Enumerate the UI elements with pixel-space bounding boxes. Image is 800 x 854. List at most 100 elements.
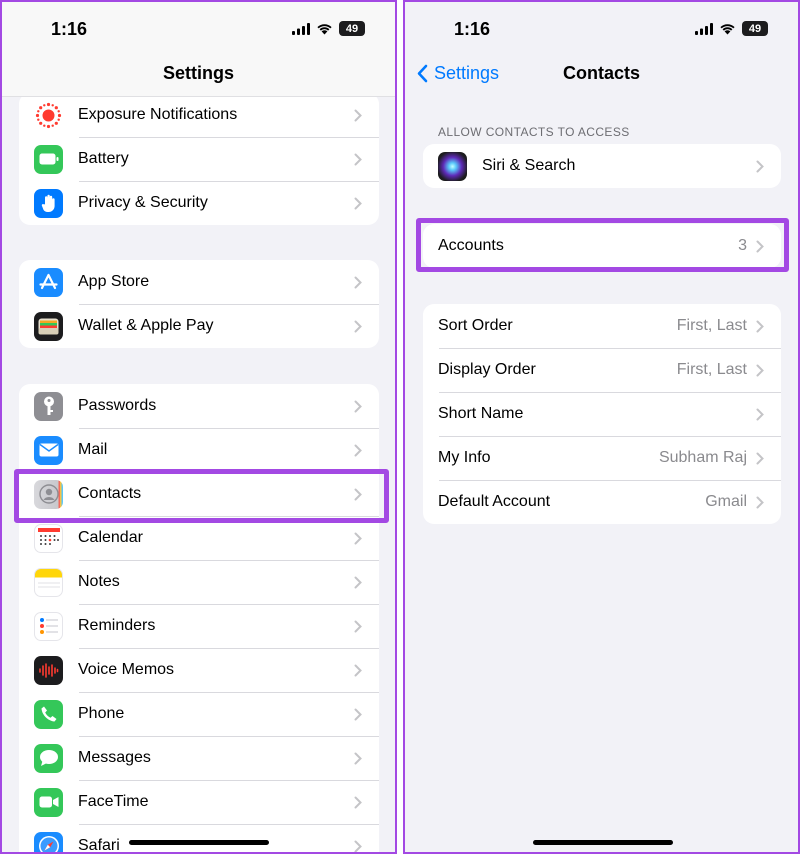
settings-screen: 1:16 49 Settings [0, 0, 397, 854]
settings-group-privacy: Exposure Notifications Battery Privacy &… [19, 93, 379, 225]
battery-level: 49 [339, 21, 365, 36]
settings-item-mail[interactable]: Mail [19, 428, 379, 472]
sort-order-value: First, Last [676, 317, 747, 334]
section-header: ALLOW CONTACTS TO ACCESS [438, 125, 630, 139]
chevron-right-icon [354, 400, 362, 412]
chevron-right-icon [354, 532, 362, 544]
settings-group-apps: Passwords Mail Contacts Calendar Notes R… [19, 384, 379, 852]
chevron-right-icon [354, 109, 362, 121]
hand-icon [34, 188, 63, 218]
my-info-row[interactable]: My Info Subham Raj [423, 436, 781, 480]
status-time: 1:16 [454, 19, 491, 39]
chevron-right-icon [354, 276, 362, 288]
chevron-right-icon [354, 153, 362, 165]
chevron-right-icon [756, 160, 764, 172]
messages-icon [34, 743, 63, 773]
default-account-row[interactable]: Default Account Gmail [423, 480, 781, 524]
settings-item-messages[interactable]: Messages [19, 736, 379, 780]
settings-item-privacy-security[interactable]: Privacy & Security [19, 181, 379, 225]
chevron-right-icon [756, 408, 764, 420]
settings-item-exposure-notifications[interactable]: Exposure Notifications [19, 93, 379, 137]
settings-item-label: Notes [78, 573, 120, 590]
settings-item-label: Voice Memos [78, 661, 175, 678]
facetime-icon [34, 787, 63, 817]
page-title: Contacts [562, 63, 640, 83]
settings-item-label: FaceTime [78, 793, 149, 810]
contacts-settings-screen: 1:16 49 Settings Contacts ALLOW CONTACTS… [403, 0, 800, 854]
key-icon [34, 391, 63, 421]
chevron-right-icon [354, 708, 362, 720]
reminders-icon [34, 611, 63, 641]
siri-search-row[interactable]: Siri & Search [423, 144, 781, 188]
chevron-right-icon [756, 496, 764, 508]
short-name-row[interactable]: Short Name [423, 392, 781, 436]
settings-item-label: Passwords [78, 397, 157, 414]
settings-item-wallet[interactable]: Wallet & Apple Pay [19, 304, 379, 348]
wallet-icon [34, 311, 63, 341]
mail-icon [34, 435, 63, 465]
status-bar-overlay: 1:16 49 [2, 2, 395, 54]
battery-level: 49 [742, 21, 768, 36]
settings-item-label: Privacy & Security [78, 194, 208, 211]
settings-item-label: Calendar [78, 529, 143, 546]
chevron-right-icon [354, 197, 362, 209]
chevron-right-icon [756, 452, 764, 464]
settings-item-voice-memos[interactable]: Voice Memos [19, 648, 379, 692]
settings-item-passwords[interactable]: Passwords [19, 384, 379, 428]
contacts-highlight [14, 469, 389, 523]
home-indicator [129, 840, 269, 845]
settings-item-label: Exposure Notifications [78, 106, 238, 123]
chevron-right-icon [756, 320, 764, 332]
allow-access-group: Siri & Search [423, 144, 781, 188]
safari-icon [34, 831, 63, 852]
notes-icon [34, 567, 63, 597]
settings-item-label: Reminders [78, 617, 156, 634]
default-account-value: Gmail [705, 493, 747, 510]
chevron-right-icon [354, 576, 362, 588]
chevron-right-icon [354, 840, 362, 852]
settings-item-label: Battery [78, 150, 129, 167]
page-title: Settings [162, 63, 234, 83]
settings-item-notes[interactable]: Notes [19, 560, 379, 604]
display-order-row[interactable]: Display Order First, Last [423, 348, 781, 392]
battery-icon [34, 144, 63, 174]
settings-item-phone[interactable]: Phone [19, 692, 379, 736]
voice-memos-icon [34, 655, 63, 685]
settings-item-label: Wallet & Apple Pay [78, 317, 214, 334]
sort-order-label: Sort Order [438, 317, 513, 334]
settings-item-facetime[interactable]: FaceTime [19, 780, 379, 824]
chevron-right-icon [354, 664, 362, 676]
my-info-value: Subham Raj [658, 449, 747, 466]
calendar-icon [34, 523, 63, 553]
sort-order-row[interactable]: Sort Order First, Last [423, 304, 781, 348]
settings-item-label: Mail [78, 441, 108, 458]
app-store-icon [34, 267, 63, 297]
my-info-label: My Info [438, 449, 491, 466]
settings-item-label: Phone [78, 705, 125, 722]
home-indicator [533, 840, 673, 845]
chevron-right-icon [354, 444, 362, 456]
settings-item-safari[interactable]: Safari [19, 824, 379, 852]
chevron-right-icon [756, 364, 764, 376]
settings-item-app-store[interactable]: App Store [19, 260, 379, 304]
exposure-notifications-icon [34, 100, 63, 130]
chevron-right-icon [354, 620, 362, 632]
display-order-label: Display Order [438, 361, 536, 378]
display-preferences-group: Sort Order First, Last Display Order Fir… [423, 304, 781, 524]
accounts-highlight [416, 218, 789, 272]
chevron-right-icon [354, 796, 362, 808]
settings-item-label: Messages [78, 749, 151, 766]
siri-icon [438, 151, 467, 181]
short-name-label: Short Name [438, 405, 524, 422]
siri-search-label: Siri & Search [482, 157, 576, 174]
settings-item-label: App Store [78, 273, 150, 290]
default-account-label: Default Account [438, 493, 551, 510]
cellular-signal-icon [695, 22, 713, 35]
cellular-signal-icon [292, 22, 310, 35]
display-order-value: First, Last [676, 361, 747, 378]
status-time: 1:16 [51, 19, 88, 39]
settings-group-store: App Store Wallet & Apple Pay [19, 260, 379, 348]
settings-item-reminders[interactable]: Reminders [19, 604, 379, 648]
settings-item-battery[interactable]: Battery [19, 137, 379, 181]
status-bar: 1:16 49 [405, 2, 798, 54]
